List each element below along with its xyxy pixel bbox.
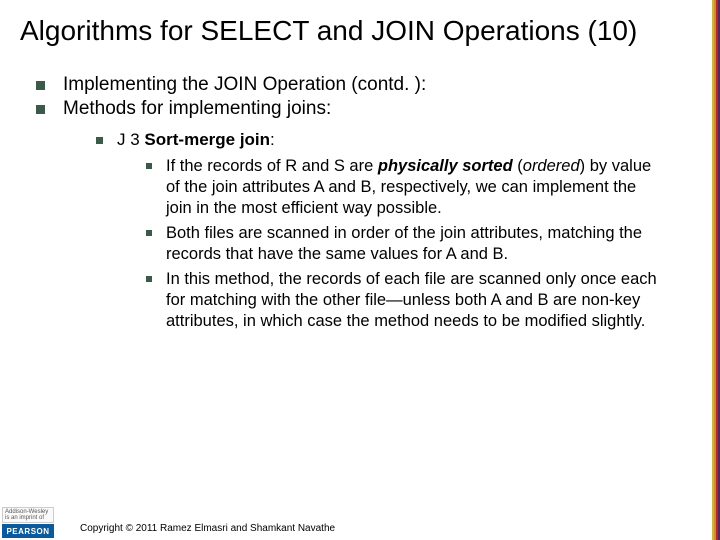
- square-bullet-icon: [146, 230, 152, 236]
- square-bullet-icon: [146, 276, 152, 282]
- slide: Algorithms for SELECT and JOIN Operation…: [0, 0, 720, 540]
- bullet-text: In this method, the records of each file…: [166, 269, 662, 332]
- d1c: (: [513, 157, 523, 175]
- bullet-level3: In this method, the records of each file…: [146, 269, 662, 332]
- bullet-text: J 3 Sort-merge join:: [117, 130, 275, 150]
- bullet-text: If the records of R and S are physically…: [166, 156, 662, 219]
- j3-colon: :: [270, 130, 275, 149]
- bullet-text: Both files are scanned in order of the j…: [166, 223, 662, 265]
- addison-wesley-label: Addison-Wesley is an imprint of: [2, 507, 54, 523]
- edge-decoration: [712, 0, 720, 540]
- bullet-level2: J 3 Sort-merge join:: [96, 130, 692, 150]
- bullet-text: Methods for implementing joins:: [63, 98, 692, 120]
- slide-body: Implementing the JOIN Operation (contd. …: [0, 48, 720, 333]
- footer: Addison-Wesley is an imprint of PEARSON …: [0, 506, 720, 540]
- square-bullet-icon: [96, 137, 103, 144]
- j3-label: J 3: [117, 130, 140, 149]
- d1b: physically sorted: [378, 157, 513, 175]
- copyright-text: Copyright © 2011 Ramez Elmasri and Shamk…: [80, 523, 335, 534]
- square-bullet-icon: [36, 105, 45, 114]
- bullet-level1: Implementing the JOIN Operation (contd. …: [36, 74, 692, 96]
- j3-title: Sort-merge join: [140, 130, 270, 149]
- d1d: ordered: [523, 157, 580, 175]
- publisher-logo: Addison-Wesley is an imprint of PEARSON: [2, 507, 54, 538]
- pearson-logo: PEARSON: [2, 524, 54, 538]
- bullet-level1: Methods for implementing joins:: [36, 98, 692, 120]
- d1a: If the records of R and S are: [166, 157, 378, 175]
- aw-line2: is an imprint of: [5, 515, 44, 521]
- bullet-level3: Both files are scanned in order of the j…: [146, 223, 662, 265]
- bullet-text: Implementing the JOIN Operation (contd. …: [63, 74, 692, 96]
- square-bullet-icon: [36, 81, 45, 90]
- slide-title: Algorithms for SELECT and JOIN Operation…: [0, 0, 720, 48]
- square-bullet-icon: [146, 163, 152, 169]
- bullet-level3: If the records of R and S are physically…: [146, 156, 662, 219]
